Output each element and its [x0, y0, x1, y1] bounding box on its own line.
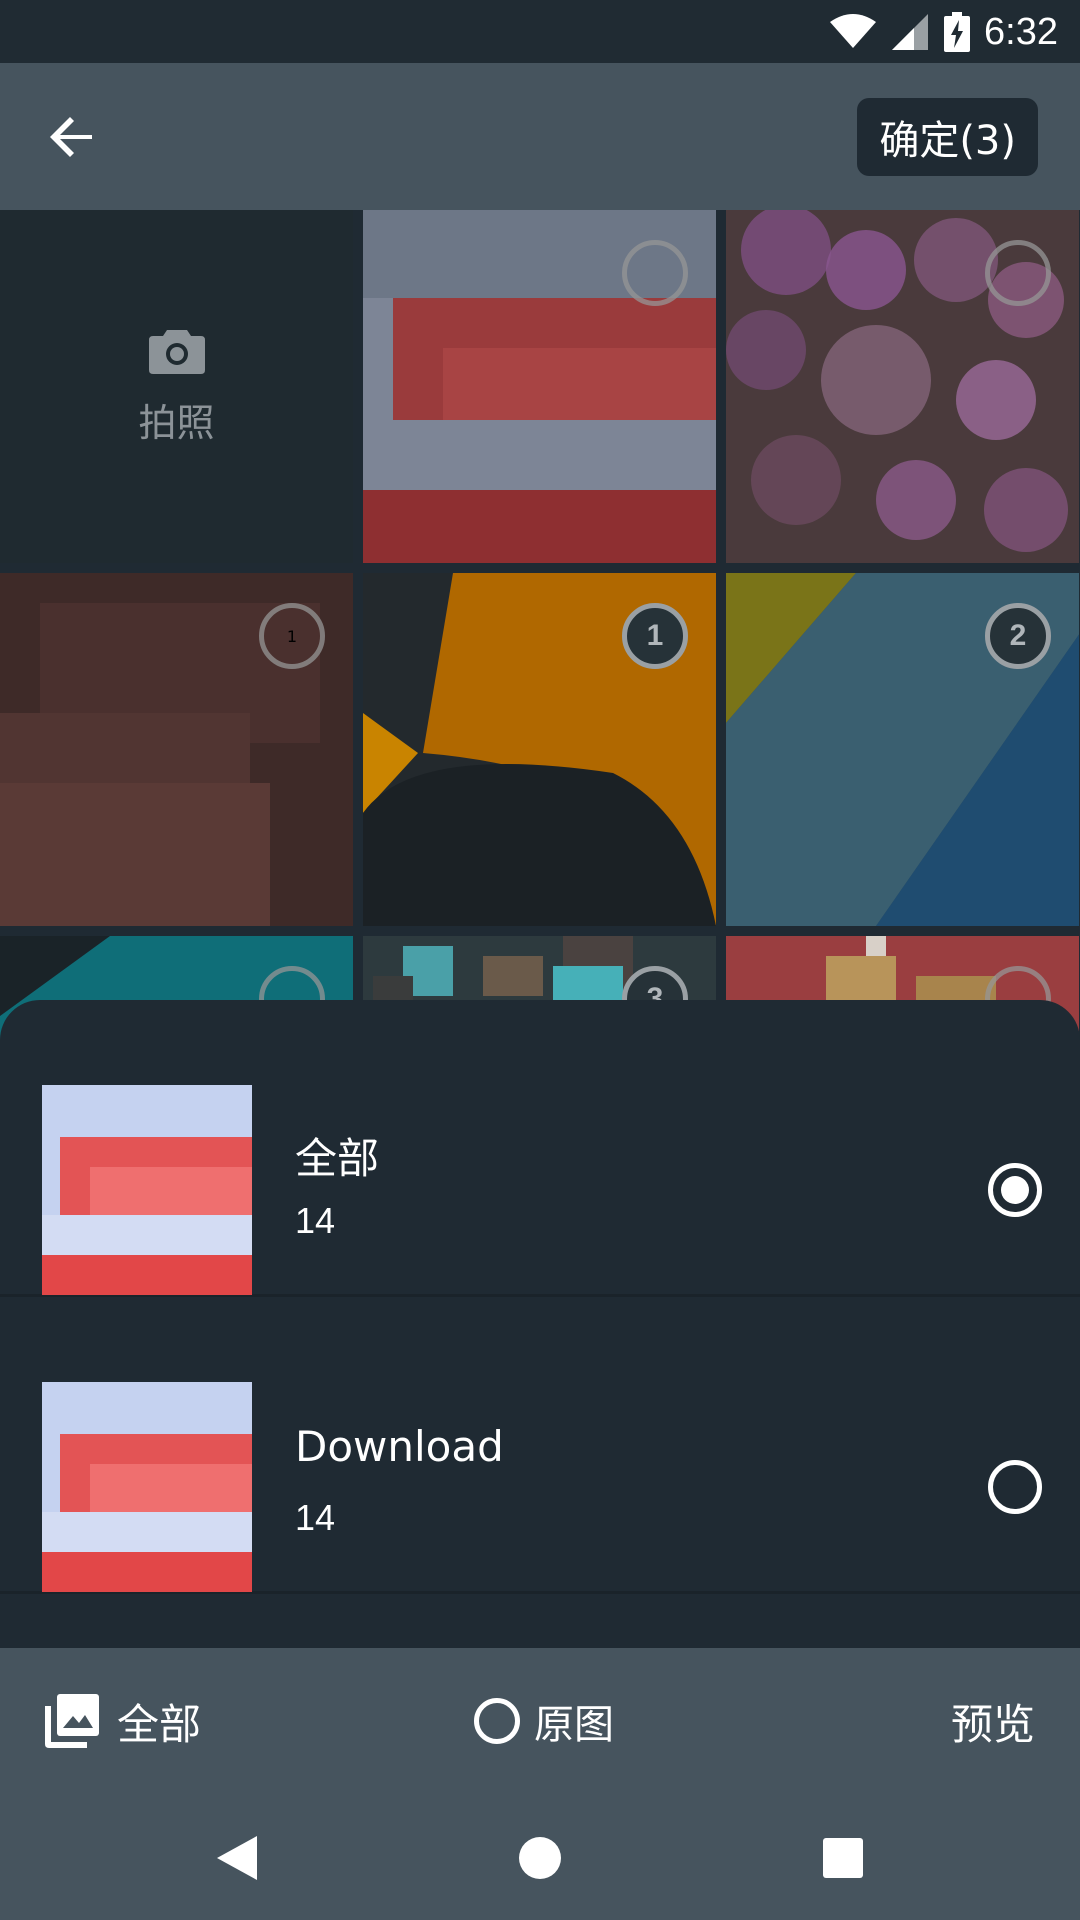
status-time: 6:32: [984, 10, 1058, 53]
nav-home-button[interactable]: [505, 1823, 575, 1893]
album-switch-label: 全部: [117, 1699, 202, 1749]
bottom-bar: 全部 原图 预览: [0, 1648, 1080, 1793]
confirm-button[interactable]: 确定(3): [857, 98, 1038, 176]
status-bar: 6:32: [0, 0, 1080, 63]
original-label: 原图: [534, 1702, 614, 1748]
album-sheet: 全部 14 Download 14: [0, 1000, 1080, 1648]
album-switch-button[interactable]: 全部: [45, 1693, 201, 1749]
home-circle-icon: [519, 1837, 561, 1879]
screen: 6:32 确定(3) 拍照 1 1 2 3 全部 14 Download 14 …: [0, 0, 1080, 1920]
recents-square-icon: [823, 1838, 863, 1878]
photo-grid: 拍照 1 1 2 3: [0, 210, 1080, 1289]
album-name: Download: [295, 1422, 504, 1471]
album-count: 14: [295, 1200, 336, 1241]
photo-thumbnail[interactable]: 1: [0, 573, 353, 926]
original-radio[interactable]: [474, 1698, 520, 1744]
album-item-download[interactable]: Download 14: [0, 1297, 1080, 1594]
select-number[interactable]: 1: [622, 603, 688, 669]
photo-thumbnail[interactable]: [363, 210, 716, 563]
original-image-toggle[interactable]: 原图: [474, 1693, 614, 1749]
select-circle[interactable]: [985, 240, 1051, 306]
album-item-all[interactable]: 全部 14: [0, 1000, 1080, 1297]
select-number[interactable]: 2: [985, 603, 1051, 669]
album-thumbnail: [42, 1382, 252, 1592]
nav-back-button[interactable]: [202, 1823, 272, 1893]
back-triangle-icon: [217, 1836, 257, 1880]
nav-recents-button[interactable]: [808, 1823, 878, 1893]
album-thumbnail: [42, 1085, 252, 1295]
signal-icon: [892, 14, 929, 50]
arrow-back-icon: [50, 117, 92, 157]
album-radio-unselected[interactable]: [988, 1460, 1042, 1514]
photo-thumbnail[interactable]: 1: [363, 573, 716, 926]
camera-icon: [148, 330, 205, 374]
select-circle[interactable]: 1: [259, 603, 325, 669]
photo-library-icon: [45, 1694, 99, 1748]
album-name: 全部: [295, 1134, 380, 1183]
photo-thumbnail[interactable]: 2: [726, 573, 1079, 926]
toolbar: 确定(3): [0, 63, 1080, 210]
album-count: 14: [295, 1497, 336, 1538]
preview-button[interactable]: 预览: [951, 1693, 1035, 1749]
photo-thumbnail[interactable]: [726, 210, 1079, 563]
take-photo-label: 拍照: [138, 401, 215, 445]
back-button[interactable]: [40, 105, 104, 169]
take-photo-cell[interactable]: 拍照: [0, 210, 353, 563]
status-icons: 6:32: [830, 8, 1058, 56]
wifi-icon: [830, 14, 877, 48]
album-radio-selected[interactable]: [988, 1163, 1042, 1217]
nav-bar: [0, 1793, 1080, 1920]
battery-charging-icon: [944, 12, 971, 52]
select-circle[interactable]: [622, 240, 688, 306]
